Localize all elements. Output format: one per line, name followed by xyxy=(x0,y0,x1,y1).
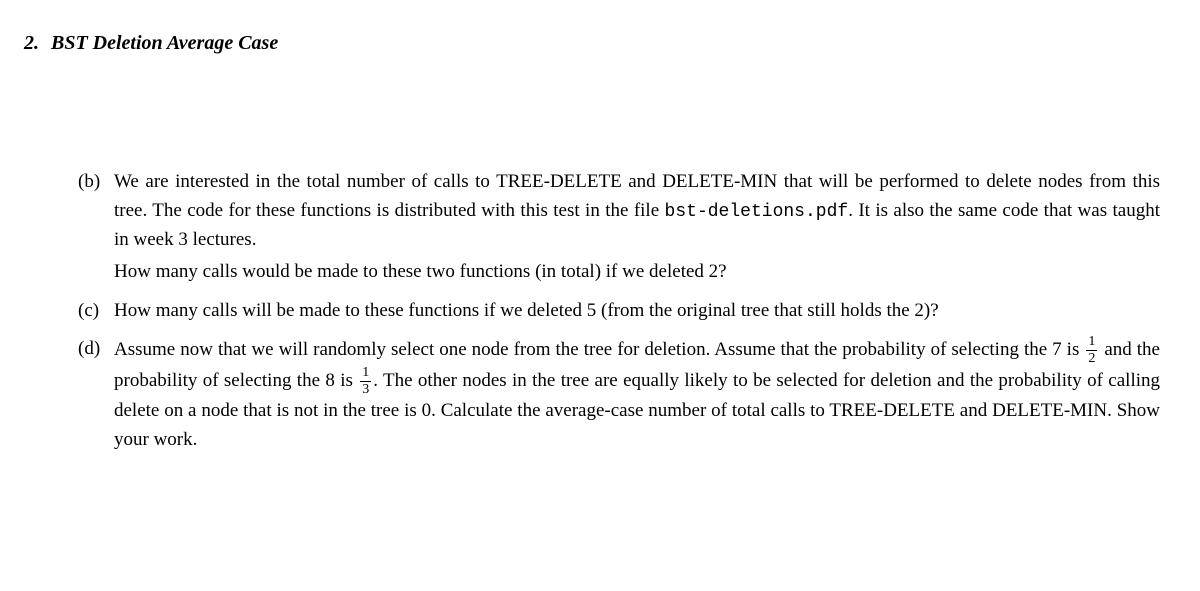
fraction-denominator: 2 xyxy=(1086,351,1097,366)
fraction-one-third: 13 xyxy=(360,366,371,397)
fraction-numerator: 1 xyxy=(360,366,371,382)
subpart-d-prefix: Assume now that we will randomly select … xyxy=(114,339,1084,360)
subpart-b-content: We are interested in the total number of… xyxy=(114,168,1160,291)
fraction-numerator: 1 xyxy=(1086,335,1097,351)
subpart-b-paragraph2: How many calls would be made to these tw… xyxy=(114,258,1160,287)
problem-title: BST Deletion Average Case xyxy=(51,32,278,54)
subpart-b-label: (b) xyxy=(78,168,114,291)
fraction-denominator: 3 xyxy=(360,382,371,397)
code-filename: bst-deletions.pdf xyxy=(665,202,849,222)
fraction-one-half: 12 xyxy=(1086,335,1097,366)
problem-header: 2. BST Deletion Average Case xyxy=(24,28,1160,58)
subpart-c-content: How many calls will be made to these fun… xyxy=(114,297,1160,330)
problem-number: 2. xyxy=(24,28,46,58)
subpart-d: (d) Assume now that we will randomly sel… xyxy=(78,335,1160,458)
subpart-c: (c) How many calls will be made to these… xyxy=(78,297,1160,330)
subpart-c-text: How many calls will be made to these fun… xyxy=(114,297,1160,326)
subpart-b: (b) We are interested in the total numbe… xyxy=(78,168,1160,291)
subpart-c-label: (c) xyxy=(78,297,114,330)
subpart-d-label: (d) xyxy=(78,335,114,458)
subpart-d-text: Assume now that we will randomly select … xyxy=(114,335,1160,454)
subpart-b-paragraph1: We are interested in the total number of… xyxy=(114,168,1160,254)
subparts-container: (b) We are interested in the total numbe… xyxy=(78,168,1160,458)
subpart-d-content: Assume now that we will randomly select … xyxy=(114,335,1160,458)
